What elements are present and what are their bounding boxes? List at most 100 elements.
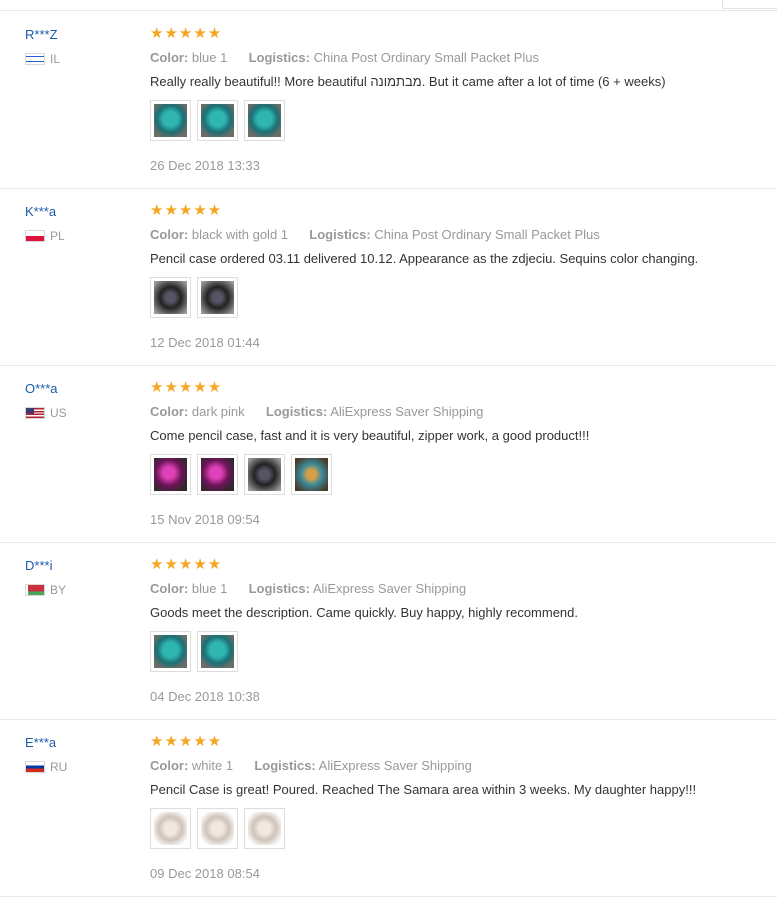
review-text: Come pencil case, fast and it is very be… xyxy=(150,428,590,443)
reviewer-country: BY xyxy=(25,583,66,597)
flag-pl-icon xyxy=(25,230,45,242)
logistics-value: China Post Ordinary Small Packet Plus xyxy=(313,50,540,65)
color-label: Color: xyxy=(150,758,189,773)
review-date: 12 Dec 2018 01:44 xyxy=(150,335,260,350)
photo-black-sequin-case xyxy=(248,458,281,491)
color-value: dark pink xyxy=(191,404,245,419)
review-photo-thumbnail[interactable] xyxy=(244,808,285,849)
color-label: Color: xyxy=(150,581,189,596)
color-value: blue 1 xyxy=(191,50,228,65)
review-item: E***a RU ★★★★★ Color: white 1 Logistics:… xyxy=(0,720,777,897)
logistics-value: AliExpress Saver Shipping xyxy=(318,758,472,773)
logistics-label: Logistics: xyxy=(248,581,310,596)
color-value: white 1 xyxy=(191,758,234,773)
review-photo-thumbnail[interactable] xyxy=(150,808,191,849)
review-photo-thumbnail[interactable] xyxy=(197,100,238,141)
review-photo-thumbnail[interactable] xyxy=(197,631,238,672)
review-photo-thumbnail[interactable] xyxy=(197,808,238,849)
photo-teal-sequin-case xyxy=(201,104,234,137)
review-item: O***a US ★★★★★ Color: dark pink Logistic… xyxy=(0,366,777,543)
logistics-label: Logistics: xyxy=(265,404,328,419)
rating-stars: ★★★★★ xyxy=(150,25,223,42)
photo-multicolor-sequin-case xyxy=(295,458,328,491)
review-photo-thumbnail[interactable] xyxy=(197,277,238,318)
order-info: Color: white 1 Logistics: AliExpress Sav… xyxy=(150,758,472,773)
review-photo-thumbnail[interactable] xyxy=(150,277,191,318)
review-text: Pencil case ordered 03.11 delivered 10.1… xyxy=(150,251,699,266)
photo-teal-sequin-case xyxy=(154,104,187,137)
review-photo-thumbnail[interactable] xyxy=(150,631,191,672)
order-info: Color: blue 1 Logistics: China Post Ordi… xyxy=(150,50,539,65)
review-item: K***a PL ★★★★★ Color: black with gold 1 … xyxy=(0,189,777,366)
country-code: RU xyxy=(50,760,68,774)
color-value: black with gold 1 xyxy=(191,227,289,242)
color-label: Color: xyxy=(150,404,189,419)
photo-white-sequin-case xyxy=(154,812,187,845)
order-info: Color: blue 1 Logistics: AliExpress Save… xyxy=(150,581,466,596)
country-code: IL xyxy=(50,52,61,66)
photo-black-sequin-case xyxy=(154,281,187,314)
flag-ru-icon xyxy=(25,761,45,773)
review-photos xyxy=(150,631,238,672)
reviewer-country: PL xyxy=(25,229,65,243)
reviewer-country: US xyxy=(25,406,67,420)
photo-black-sequin-case xyxy=(201,281,234,314)
reviewer-name[interactable]: D***i xyxy=(25,558,52,573)
review-photos xyxy=(150,454,332,495)
photo-pink-sequin-case xyxy=(154,458,187,491)
photo-teal-sequin-case xyxy=(154,635,187,668)
color-value: blue 1 xyxy=(191,581,228,596)
color-label: Color: xyxy=(150,50,189,65)
review-date: 15 Nov 2018 09:54 xyxy=(150,512,260,527)
top-right-control[interactable] xyxy=(722,0,777,9)
review-item: D***i BY ★★★★★ Color: blue 1 Logistics: … xyxy=(0,543,777,720)
flag-us-icon xyxy=(25,407,45,419)
color-label: Color: xyxy=(150,227,189,242)
review-text: Really really beautiful!! More beautiful… xyxy=(150,74,666,89)
reviewer-country: IL xyxy=(25,52,60,66)
photo-teal-sequin-case xyxy=(201,635,234,668)
flag-il-icon xyxy=(25,53,45,65)
flag-by-icon xyxy=(25,584,45,596)
logistics-value: AliExpress Saver Shipping xyxy=(312,581,467,596)
reviewer-name[interactable]: E***a xyxy=(25,735,56,750)
photo-white-sequin-case xyxy=(248,812,281,845)
top-divider xyxy=(0,10,777,11)
review-text: Pencil Case is great! Poured. Reached Th… xyxy=(150,782,697,797)
country-code: PL xyxy=(50,229,65,243)
order-info: Color: black with gold 1 Logistics: Chin… xyxy=(150,227,600,242)
photo-teal-sequin-case xyxy=(248,104,281,137)
reviewer-name[interactable]: K***a xyxy=(25,204,56,219)
rating-stars: ★★★★★ xyxy=(150,733,223,750)
reviewer-name[interactable]: O***a xyxy=(25,381,58,396)
logistics-label: Logistics: xyxy=(309,227,371,242)
rating-stars: ★★★★★ xyxy=(150,379,223,396)
reviewer-name[interactable]: R***Z xyxy=(25,27,58,42)
logistics-value: China Post Ordinary Small Packet Plus xyxy=(374,227,600,242)
review-photos xyxy=(150,277,238,318)
review-photo-thumbnail[interactable] xyxy=(244,454,285,495)
review-photo-thumbnail[interactable] xyxy=(244,100,285,141)
logistics-label: Logistics: xyxy=(254,758,316,773)
review-photo-thumbnail[interactable] xyxy=(150,454,191,495)
photo-pink-sequin-case xyxy=(201,458,234,491)
country-code: US xyxy=(50,406,67,420)
logistics-label: Logistics: xyxy=(248,50,310,65)
review-date: 04 Dec 2018 10:38 xyxy=(150,689,260,704)
review-photos xyxy=(150,808,285,849)
review-date: 26 Dec 2018 13:33 xyxy=(150,158,260,173)
order-info: Color: dark pink Logistics: AliExpress S… xyxy=(150,404,483,419)
reviewer-country: RU xyxy=(25,760,67,774)
rating-stars: ★★★★★ xyxy=(150,556,223,573)
review-photo-thumbnail[interactable] xyxy=(150,100,191,141)
review-date: 09 Dec 2018 08:54 xyxy=(150,866,260,881)
review-photo-thumbnail[interactable] xyxy=(291,454,332,495)
photo-white-sequin-case xyxy=(201,812,234,845)
country-code: BY xyxy=(50,583,67,597)
review-photos xyxy=(150,100,285,141)
review-photo-thumbnail[interactable] xyxy=(197,454,238,495)
logistics-value: AliExpress Saver Shipping xyxy=(330,404,484,419)
rating-stars: ★★★★★ xyxy=(150,202,223,219)
review-text: Goods meet the description. Came quickly… xyxy=(150,605,579,620)
review-item: R***Z IL ★★★★★ Color: blue 1 Logistics: … xyxy=(0,12,777,189)
